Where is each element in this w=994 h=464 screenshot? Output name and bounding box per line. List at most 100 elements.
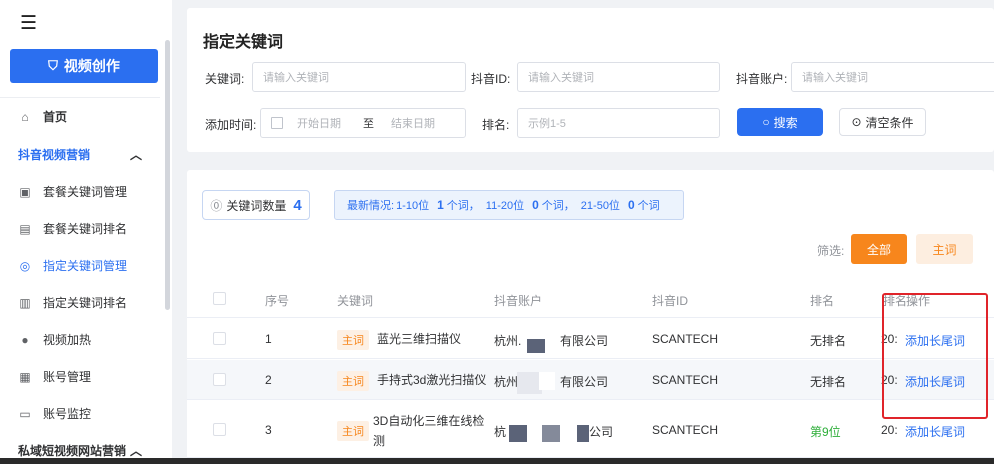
row-rank: 无排名 [810, 375, 847, 389]
account-icon: ▦ [19, 369, 31, 384]
row-index: 2 [265, 373, 272, 387]
header-keyword: 关键词 [337, 294, 374, 308]
flame-icon: ● [21, 332, 29, 347]
sidebar: ☰ ⛉ 视频创作 ⌂ 首页 抖音视频营销 ︿ ▣ 套餐关键词管理 ▤ 套餐关键词… [0, 0, 172, 464]
add-long-tail-link[interactable]: 添加长尾词 [905, 373, 965, 390]
date-separator: 至 [363, 118, 374, 130]
row-date-partial: 20: [881, 332, 898, 346]
sidebar-item-package-keyword-rank[interactable]: ▤ 套餐关键词排名 [0, 210, 160, 247]
row-rank: 无排名 [810, 334, 847, 348]
row-checkbox[interactable] [213, 373, 226, 386]
video-create-button[interactable]: ⛉ 视频创作 [10, 49, 158, 83]
table-row: 3 主词 3D自动化三维在线检 测 杭 公司 SCANTECH 第9位 20: … [187, 401, 994, 458]
keyword-count-badge: ⓪ 关键词数量 4 [202, 190, 310, 220]
header-rank: 排名 [810, 294, 835, 308]
row-account-part: 有限公司 [560, 334, 609, 348]
package-keyword-icon: ▣ [19, 184, 31, 199]
end-date-input[interactable]: 结束日期 [391, 115, 435, 131]
keyword-input[interactable]: 请输入关键词 [252, 62, 466, 92]
sidebar-scrollbar[interactable] [165, 40, 170, 310]
row-account-part: 杭州 [494, 375, 519, 389]
main-word-tag: 主词 [337, 330, 369, 350]
bottom-edge-bar [0, 458, 994, 464]
sidebar-item-account-monitor[interactable]: ▭ 账号监控 [0, 395, 160, 432]
page-title: 指定关键词 [203, 34, 284, 51]
account-input[interactable]: 请输入关键词 [791, 62, 994, 92]
table-row: 1 主词 蓝光三维扫描仪 杭州. 有限公司 SCANTECH 无排名 20: 添加… [187, 319, 994, 359]
add-long-tail-link[interactable]: 添加长尾词 [905, 423, 965, 440]
select-all-checkbox[interactable] [213, 292, 226, 305]
search-button[interactable]: ○ 搜索 [737, 108, 823, 136]
row-account-part: 杭州. [494, 334, 522, 348]
filter-main-word-button[interactable]: 主词 [916, 234, 973, 264]
redaction-block [542, 425, 560, 442]
main-word-tag: 主词 [337, 421, 369, 441]
search-icon: ○ [762, 115, 770, 129]
row-keyword: 主词 手持式3d激光扫描仪 [337, 371, 486, 391]
header-account: 抖音账户 [494, 294, 543, 308]
add-time-label: 添加时间: [205, 118, 257, 132]
chevron-up-icon: ︿ [129, 148, 142, 162]
row-douyin-id: SCANTECH [652, 373, 719, 387]
filter-all-button[interactable]: 全部 [851, 234, 907, 264]
bar-chart-icon: ▥ [19, 295, 31, 310]
header-action: 操作 [906, 294, 931, 308]
keyword-label: 关键词: [205, 72, 245, 86]
row-account-part: 杭 [494, 425, 507, 439]
header-date-partial: 排名 [883, 294, 908, 308]
row-keyword-line2: 测 [373, 434, 386, 448]
main-word-tag: 主词 [337, 371, 369, 391]
home-icon: ⌂ [21, 109, 29, 124]
redaction-block [527, 339, 545, 353]
table-row: 2 主词 手持式3d激光扫描仪 杭州 有限公司 SCANTECH 无排名 20: … [187, 360, 994, 400]
row-account-part: 有限公司 [560, 375, 609, 389]
douyin-id-input[interactable]: 请输入关键词 [517, 62, 720, 92]
row-rank: 第9位 [810, 425, 841, 439]
row-account-part: 公司 [589, 425, 614, 439]
account-label: 抖音账户: [736, 72, 788, 86]
date-range-picker[interactable]: 开始日期 至 结束日期 [260, 108, 466, 138]
clear-conditions-button[interactable]: ⊙ 清空条件 [839, 108, 926, 136]
row-index: 3 [265, 423, 272, 437]
rank-label: 排名: [482, 118, 510, 132]
row-keyword-line1: 3D自动化三维在线检 [373, 414, 485, 428]
filter-label: 筛选: [817, 244, 845, 258]
start-date-input[interactable]: 开始日期 [297, 115, 355, 131]
sidebar-item-account-manage[interactable]: ▦ 账号管理 [0, 358, 160, 395]
clear-icon: ⊙ [851, 115, 862, 129]
menu-toggle-icon[interactable]: ☰ [20, 14, 40, 34]
add-long-tail-link[interactable]: 添加长尾词 [905, 332, 965, 349]
row-date-partial: 20: [881, 373, 898, 387]
chevron-up-icon: ︿ [129, 444, 142, 458]
table-header: 序号 关键词 抖音账户 抖音ID 排名 排名 操作 [187, 280, 994, 318]
row-checkbox[interactable] [213, 423, 226, 436]
row-douyin-id: SCANTECH [652, 332, 719, 346]
row-index: 1 [265, 332, 272, 346]
row-keyword: 主词 蓝光三维扫描仪 [337, 330, 461, 350]
calendar-icon [271, 117, 283, 129]
filter-panel: 指定关键词 关键词: 请输入关键词 抖音ID: 请输入关键词 抖音账户: 请输入… [187, 8, 994, 152]
douyin-id-label: 抖音ID: [471, 72, 511, 86]
sidebar-item-package-keyword-manage[interactable]: ▣ 套餐关键词管理 [0, 173, 160, 210]
rank-input[interactable]: 示例1-5 [517, 108, 720, 138]
row-date-partial: 20: [881, 423, 898, 437]
sidebar-item-home[interactable]: ⌂ 首页 [0, 98, 160, 135]
target-keyword-icon: ◎ [19, 258, 31, 273]
sidebar-group-douyin-marketing[interactable]: 抖音视频营销 ︿ [0, 136, 160, 173]
header-douyin-id: 抖音ID [652, 294, 689, 308]
package-rank-icon: ▤ [19, 221, 31, 236]
sidebar-item-target-keyword-manage[interactable]: ◎ 指定关键词管理 [0, 247, 160, 284]
redaction-block [577, 425, 589, 442]
sidebar-item-video-boost[interactable]: ● 视频加热 [0, 321, 160, 358]
monitor-icon: ▭ [19, 406, 31, 421]
row-douyin-id: SCANTECH [652, 423, 719, 437]
keyword-count-icon: ⓪ [210, 198, 223, 213]
sidebar-item-target-keyword-rank[interactable]: ▥ 指定关键词排名 [0, 284, 160, 321]
redaction-block [539, 372, 555, 390]
latest-status-banner: 最新情况: 1-10位 1 个词， 11-20位 0 个词， 21-50位 0 … [334, 190, 684, 220]
redaction-block [509, 425, 527, 442]
header-index: 序号 [265, 294, 290, 308]
table-panel: ⓪ 关键词数量 4 最新情况: 1-10位 1 个词， 11-20位 0 个词，… [187, 170, 994, 464]
row-checkbox[interactable] [213, 332, 226, 345]
shield-icon: ⛉ [48, 58, 58, 73]
